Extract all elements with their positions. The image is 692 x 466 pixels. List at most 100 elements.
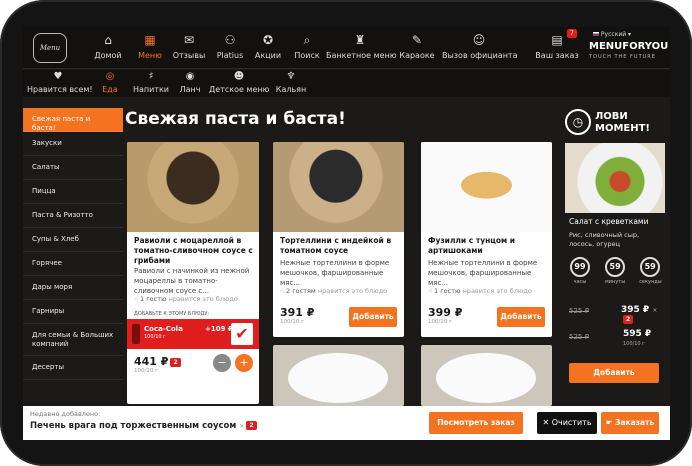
likes-text: нравится это блюдо bbox=[462, 287, 532, 295]
sidebar-item-salads[interactable]: Салаты bbox=[23, 156, 123, 180]
dish-card-fusilli[interactable]: Фузилли с тунцом и артишоками Нежные тор… bbox=[421, 142, 552, 337]
upsell-price: +109 ₽ bbox=[205, 325, 233, 333]
nav-menu[interactable]: ▦ Меню bbox=[131, 30, 169, 66]
sidebar-item-sides[interactable]: Гарниры bbox=[23, 300, 123, 324]
sidebar-item-pizza[interactable]: Пицца bbox=[23, 180, 123, 204]
sidebar-item-seafood[interactable]: Дары моря bbox=[23, 276, 123, 300]
promo-dish-description: Рис, сливочный сыр, лосось, огурец bbox=[569, 231, 640, 248]
food-icon: ◎ bbox=[105, 71, 115, 82]
price-value: 391 ₽ bbox=[280, 306, 315, 319]
dish-card-partial[interactable] bbox=[273, 345, 404, 406]
lunch-icon: ◉ bbox=[185, 71, 195, 82]
dish-image bbox=[288, 353, 388, 403]
nav-your-order[interactable]: ▤ 7 Ваш заказ bbox=[535, 29, 579, 66]
decrease-quantity-button[interactable]: − bbox=[213, 354, 231, 372]
promo-new-price: 395 ₽ × 2 bbox=[621, 305, 665, 325]
timer-minutes-unit: минуты bbox=[605, 279, 626, 285]
dish-card-tortellini[interactable]: Тортеллини с индейкой в томатном соусе Н… bbox=[273, 142, 404, 337]
nav-search[interactable]: ⌕ Поиск bbox=[288, 30, 326, 66]
language-selector[interactable]: Русский ▾ bbox=[593, 31, 631, 38]
dish-card-partial[interactable] bbox=[421, 345, 552, 406]
checkbox-checked-icon[interactable]: ✔ bbox=[231, 323, 253, 345]
subnav-kids[interactable]: ☻ Детское меню bbox=[209, 70, 269, 97]
nav-karaoke[interactable]: ✎ Караоке bbox=[395, 30, 439, 66]
sidebar-item-desserts[interactable]: Десерты bbox=[23, 356, 123, 380]
recent-item-name: Печень врага под торжественным соусом bbox=[30, 421, 237, 431]
reviews-icon: ✉ bbox=[183, 33, 195, 47]
likes-count: 2 гостям bbox=[286, 287, 316, 295]
promo-dish-name: Салат с креветками bbox=[569, 217, 649, 226]
thumbs-up-icon[interactable]: ☝ bbox=[428, 287, 432, 295]
hookah-icon: ♆ bbox=[286, 71, 296, 82]
increase-quantity-button[interactable]: + bbox=[235, 354, 253, 372]
subnav-food[interactable]: ◎ Еда bbox=[95, 70, 125, 97]
nav-promotions[interactable]: ✪ Акции bbox=[249, 30, 287, 66]
upsell-item[interactable]: Coca-Cola 100/10 г +109 ₽ ✔ bbox=[127, 319, 259, 349]
kids-icon: ☻ bbox=[233, 71, 245, 82]
dish-card-ravioli[interactable]: Равиоли с моцареллой в томатно-сливочном… bbox=[127, 142, 259, 404]
timer-minutes: 59 минуты bbox=[604, 257, 626, 285]
subnav-lunch[interactable]: ◉ Ланч bbox=[175, 70, 205, 97]
subnav-hookah[interactable]: ♆ Кальян bbox=[273, 70, 309, 97]
sidebar-item-pasta-risotto[interactable]: Паста & Ризотто bbox=[23, 204, 123, 228]
view-order-button[interactable]: Посмотреть заказ bbox=[429, 412, 523, 434]
nav-banquet[interactable]: ♜ Банкетное меню bbox=[326, 30, 397, 66]
subnav-popular[interactable]: ♥ Нравится всем! bbox=[27, 70, 93, 97]
timer-hours-value: 99 bbox=[570, 257, 590, 277]
recently-added-label: Недавно добавлено: bbox=[30, 410, 101, 418]
search-icon: ⌕ bbox=[303, 33, 311, 47]
add-to-order-button[interactable]: Добавить bbox=[497, 307, 545, 327]
recent-order-bar: Недавно добавлено: Печень врага под торж… bbox=[23, 406, 670, 440]
promo-old-price: 525 ₽ bbox=[569, 307, 590, 315]
promo-new-price-2: 595 ₽ bbox=[623, 329, 652, 339]
banquet-icon: ♜ bbox=[354, 33, 366, 47]
close-icon: ✕ bbox=[542, 418, 550, 427]
section-title: Свежая паста и баста! bbox=[125, 109, 346, 129]
thumbs-up-icon[interactable]: ☝ bbox=[134, 295, 138, 303]
dish-title: Равиоли с моцареллой в томатно-сливочном… bbox=[134, 236, 253, 265]
clear-order-button[interactable]: ✕ Очистить bbox=[537, 412, 597, 434]
timer-seconds-value: 59 bbox=[640, 257, 661, 277]
flag-icon bbox=[593, 32, 599, 36]
nav-reviews[interactable]: ✉ Отзывы bbox=[169, 30, 209, 66]
sidebar-item-family[interactable]: Для семьи & Больших компаний bbox=[23, 324, 123, 356]
subnav-drinks-label: Напитки bbox=[132, 85, 170, 94]
dish-price: 391 ₽100/10 г bbox=[280, 306, 314, 325]
brand-tagline: TOUCH THE FUTURE bbox=[589, 54, 656, 60]
dish-price: 441 ₽2 100/10 г bbox=[134, 355, 181, 374]
brand-name: MENUFORYOU bbox=[589, 41, 669, 52]
dish-image bbox=[421, 142, 552, 232]
subnav-popular-label: Нравится всем! bbox=[27, 85, 93, 94]
timer-seconds-unit: секунды bbox=[639, 279, 662, 285]
promo-add-button[interactable]: Добавить bbox=[569, 363, 659, 383]
gift-icon: ✪ bbox=[262, 33, 274, 47]
add-to-order-button[interactable]: Добавить bbox=[349, 307, 397, 327]
promo-old-price-2: 525 ₽ bbox=[569, 333, 590, 341]
cola-bottle-icon bbox=[132, 324, 140, 344]
dish-description: Нежные тортеллини в форме мешочков, фарш… bbox=[428, 259, 538, 287]
chevron-down-icon: ▾ bbox=[628, 31, 632, 38]
quantity-badge: 2 bbox=[170, 357, 181, 367]
sidebar-item-soups-bread[interactable]: Супы & Хлеб bbox=[23, 228, 123, 252]
dish-image bbox=[436, 353, 536, 403]
nav-home[interactable]: ⌂ Домой bbox=[89, 30, 127, 66]
nav-platius[interactable]: ⚇ Platius bbox=[211, 30, 249, 66]
sidebar-item-appetizers[interactable]: Закуски bbox=[23, 132, 123, 156]
recently-added-item: Печень врага под торжественным соусом × 2 bbox=[30, 421, 257, 431]
thumbs-up-icon[interactable]: ☝ bbox=[280, 287, 284, 295]
nav-call-waiter[interactable]: ☺ Вызов официанта bbox=[442, 30, 517, 66]
sidebar-item-fresh-pasta[interactable]: Свежая паста и баста! bbox=[23, 108, 123, 132]
menu-book-icon: ▦ bbox=[144, 33, 156, 47]
nav-menu-label: Меню bbox=[138, 51, 162, 60]
likes-info: ☝ 2 гостям нравится это блюдо bbox=[280, 287, 387, 295]
brand-logo: MENUFORYOU TOUCH THE FUTURE bbox=[589, 41, 668, 63]
clock-icon: ◷ bbox=[565, 109, 591, 135]
nav-your-order-label: Ваш заказ bbox=[535, 51, 579, 60]
sidebar-item-hot-dishes[interactable]: Горячее bbox=[23, 252, 123, 276]
timer-minutes-value: 59 bbox=[605, 257, 626, 277]
place-order-button[interactable]: ☛ Заказать bbox=[601, 412, 659, 434]
subnav-drinks[interactable]: ♯ Напитки bbox=[131, 70, 171, 97]
promo-new-price-value: 395 ₽ bbox=[621, 305, 650, 315]
restaurant-logo[interactable]: Menu bbox=[33, 33, 67, 63]
timer-seconds: 59 секунды bbox=[639, 257, 662, 285]
